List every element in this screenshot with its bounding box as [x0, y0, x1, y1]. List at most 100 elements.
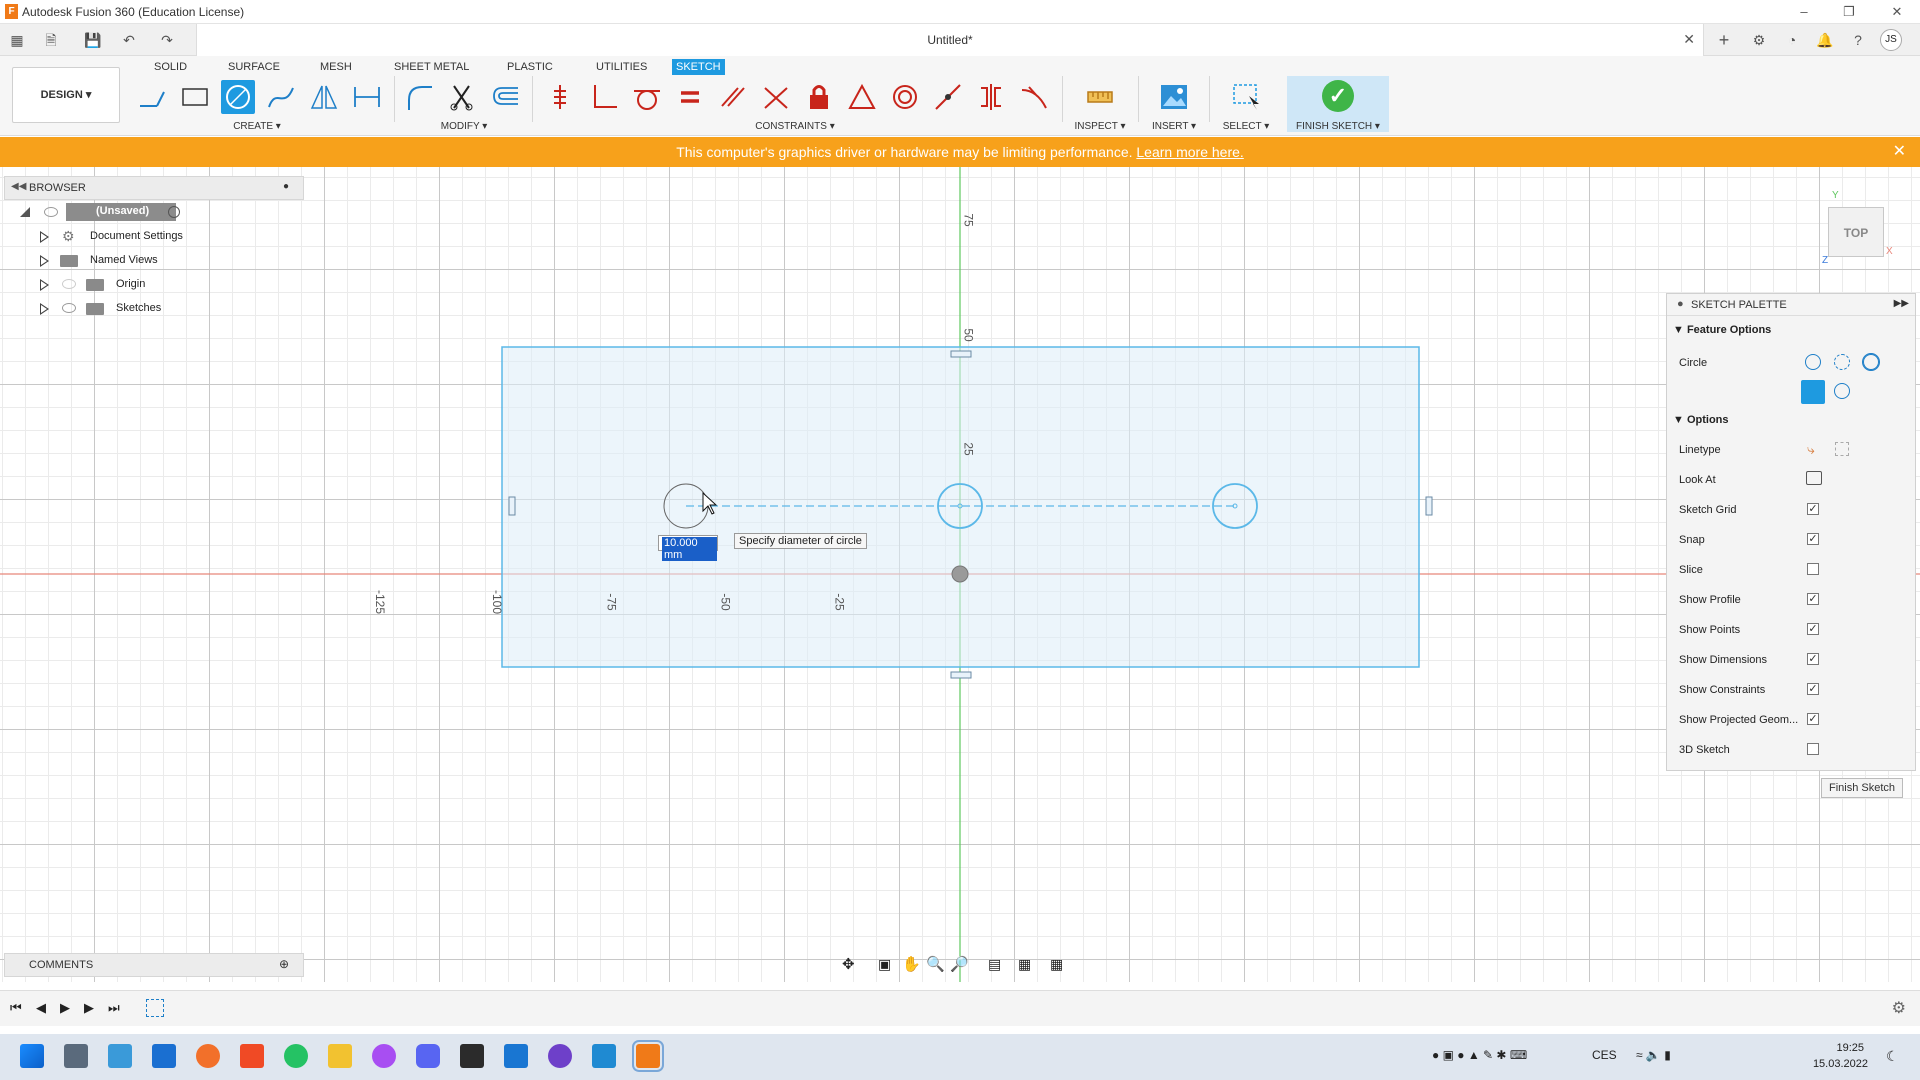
grid-settings-icon[interactable]: ▦ — [1018, 956, 1031, 973]
browser-item-named-views[interactable]: Named Views — [40, 250, 240, 272]
tray-icons[interactable]: ● ▣ ● ▲ ✎ ✱ ⌨ — [1432, 1048, 1527, 1062]
fusion-360-taskbar-icon[interactable] — [632, 1040, 664, 1072]
finish-sketch-check-icon[interactable]: ✓ — [1322, 80, 1354, 112]
show-projected-geometries-checkbox[interactable]: ✓ — [1807, 713, 1819, 725]
tab-utilities[interactable]: UTILITIES — [592, 59, 651, 75]
firefox-icon[interactable] — [196, 1044, 220, 1068]
collinear-constraint-icon[interactable] — [931, 80, 965, 114]
apps-grid-icon[interactable]: ▦ — [6, 30, 28, 50]
tab-plastic[interactable]: PLASTIC — [503, 59, 557, 75]
insert-menu[interactable]: INSERT ▾ — [1146, 121, 1202, 132]
horizontal-vertical-constraint-icon[interactable] — [544, 80, 578, 114]
browser-panel-header[interactable]: ◀◀ BROWSER ● — [4, 176, 304, 200]
centerline-linetype-icon[interactable] — [1835, 442, 1849, 456]
tab-mesh[interactable]: MESH — [316, 59, 356, 75]
restore-button[interactable]: ❐ — [1834, 2, 1864, 22]
trello-icon[interactable] — [504, 1044, 528, 1068]
palette-header[interactable]: ● SKETCH PALETTE ▶▶ — [1667, 294, 1915, 316]
tangent-circle-icon[interactable] — [1834, 383, 1850, 399]
mirror-tool-icon[interactable] — [307, 80, 341, 114]
design-canvas[interactable]: -125 -100 -75 -50 -25 75 50 25 — [0, 167, 1920, 982]
curvature-constraint-icon[interactable] — [1017, 80, 1051, 114]
insert-image-icon[interactable] — [1157, 80, 1191, 114]
network-volume-battery-icons[interactable]: ≈ 🔈 ▮ — [1636, 1048, 1671, 1062]
fix-constraint-icon[interactable] — [802, 80, 836, 114]
pan-icon[interactable]: ✋ — [902, 955, 921, 973]
finish-sketch-area[interactable]: ✓ FINISH SKETCH ▾ — [1287, 76, 1389, 132]
start-menu-icon[interactable] — [20, 1044, 44, 1068]
filled-option-icon[interactable] — [1801, 380, 1825, 404]
step-forward-icon[interactable]: ▶ — [84, 1000, 94, 1016]
options-header[interactable]: ▼ Options — [1673, 414, 1729, 426]
minimize-button[interactable]: – — [1789, 2, 1819, 22]
midpoint-constraint-icon[interactable] — [845, 80, 879, 114]
visibility-eye-icon[interactable] — [44, 207, 58, 217]
step-back-icon[interactable]: ◀ — [36, 1000, 46, 1016]
help-icon[interactable]: ? — [1847, 30, 1869, 50]
select-tool-icon[interactable] — [1229, 80, 1263, 114]
close-banner-icon[interactable]: ✕ — [1893, 137, 1906, 167]
vscode-icon[interactable] — [592, 1044, 616, 1068]
snap-checkbox[interactable]: ✓ — [1807, 533, 1819, 545]
constraints-menu[interactable]: CONSTRAINTS ▾ — [752, 121, 838, 132]
tab-solid[interactable]: SOLID — [150, 59, 191, 75]
browser-item-origin[interactable]: Origin — [40, 274, 240, 296]
brave-browser-icon[interactable] — [240, 1044, 264, 1068]
tangent-constraint-icon[interactable] — [630, 80, 664, 114]
circle-tool-icon[interactable] — [221, 80, 255, 114]
measure-tool-icon[interactable] — [1083, 80, 1117, 114]
keyboard-language[interactable]: CES — [1592, 1048, 1617, 1062]
center-diameter-circle-icon[interactable] — [1805, 354, 1821, 370]
comments-panel-header[interactable]: COMMENTS ⊕ — [4, 953, 304, 977]
finish-sketch-menu[interactable]: FINISH SKETCH ▾ — [1287, 121, 1389, 132]
expand-icon[interactable] — [40, 255, 49, 267]
inspect-menu[interactable]: INSPECT ▾ — [1072, 121, 1128, 132]
parallel-constraint-icon[interactable] — [716, 80, 750, 114]
activate-radio-icon[interactable] — [168, 206, 180, 218]
notifications-icon[interactable]: 🔔 — [1814, 30, 1836, 50]
terminal-icon[interactable] — [460, 1044, 484, 1068]
fit-icon[interactable]: 🔎 — [950, 955, 969, 973]
expand-icon[interactable] — [40, 231, 49, 243]
show-constraints-checkbox[interactable]: ✓ — [1807, 683, 1819, 695]
mail-icon[interactable] — [152, 1044, 176, 1068]
learn-more-link[interactable]: Learn more here. — [1136, 144, 1243, 160]
spline-tool-icon[interactable] — [264, 80, 298, 114]
modify-menu[interactable]: MODIFY ▾ — [436, 121, 492, 132]
finish-sketch-button[interactable]: Finish Sketch — [1821, 778, 1903, 798]
tab-sheet-metal[interactable]: SHEET METAL — [390, 59, 473, 75]
concentric-constraint-icon[interactable] — [888, 80, 922, 114]
clock-date[interactable]: 15.03.2022 — [1812, 1058, 1868, 1070]
new-tab-icon[interactable]: + — [1713, 30, 1735, 50]
discord-icon[interactable] — [416, 1044, 440, 1068]
zoom-icon[interactable]: 🔍 — [926, 955, 945, 973]
browser-root-item[interactable]: (Unsaved) — [18, 202, 188, 224]
file-menu-icon[interactable]: 🗎 — [40, 30, 62, 50]
browser-pin-icon[interactable]: ● — [283, 181, 289, 192]
browser-item-document-settings[interactable]: ⚙ Document Settings — [40, 226, 240, 248]
close-tab-icon[interactable]: ✕ — [1683, 31, 1695, 48]
collapse-browser-icon[interactable]: ◀◀ — [11, 181, 26, 192]
two-point-circle-icon[interactable] — [1834, 354, 1850, 370]
offset-tool-icon[interactable] — [488, 80, 522, 114]
tab-sketch[interactable]: SKETCH — [672, 59, 725, 75]
timeline-settings-icon[interactable]: ⚙ — [1892, 998, 1906, 1018]
construction-linetype-icon[interactable]: ⤷ — [1807, 441, 1815, 458]
save-icon[interactable]: 💾 — [82, 30, 104, 50]
create-menu[interactable]: CREATE ▾ — [232, 121, 282, 132]
perpendicular-constraint-icon[interactable] — [759, 80, 793, 114]
redo-icon[interactable]: ↷ — [156, 30, 178, 50]
clock-time[interactable]: 19:25 — [1820, 1042, 1864, 1054]
diameter-input[interactable]: 10.000 mm — [658, 535, 718, 561]
symmetry-constraint-icon[interactable] — [974, 80, 1008, 114]
viewports-icon[interactable]: ▦ — [1050, 956, 1063, 973]
go-to-end-icon[interactable]: ⏭ — [108, 1000, 120, 1016]
display-settings-icon[interactable]: ▤ — [988, 956, 1001, 973]
coincident-constraint-icon[interactable] — [587, 80, 621, 114]
look-at-nav-icon[interactable]: ▣ — [878, 956, 891, 973]
feature-options-header[interactable]: ▼ Feature Options — [1673, 324, 1771, 336]
extensions-icon[interactable]: ⚙ — [1748, 30, 1770, 50]
expand-icon[interactable] — [40, 303, 49, 315]
user-avatar[interactable]: JS — [1880, 29, 1902, 51]
show-dimensions-checkbox[interactable]: ✓ — [1807, 653, 1819, 665]
